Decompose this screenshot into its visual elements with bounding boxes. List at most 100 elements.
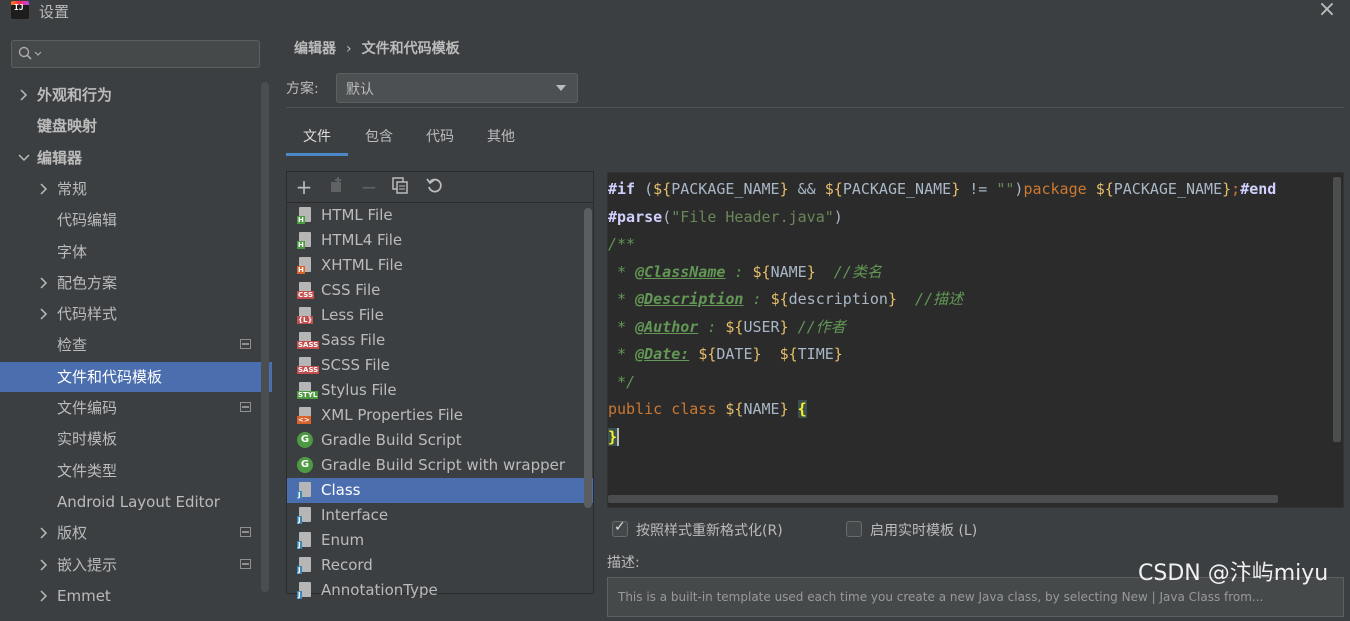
sidebar-item-label: 文件类型 [57,461,118,480]
sidebar-item-label: 文件和代码模板 [57,367,163,386]
template-item[interactable]: H XHTML File [287,253,593,278]
sidebar-item[interactable]: 嵌入提示 [0,550,260,580]
copy-icon[interactable] [389,176,411,198]
sidebar-item[interactable]: 版权 [0,518,260,548]
chevron-right-icon[interactable] [18,80,30,110]
sidebar-item-label: 实时模板 [57,430,118,449]
template-item[interactable]: J Record [287,553,593,578]
chevron-right-icon[interactable] [38,518,50,548]
sidebar-item[interactable]: 文件和代码模板 [0,361,272,392]
code-token: : [725,262,753,281]
code-token: public class [608,400,726,418]
search-icon [18,46,42,60]
template-item[interactable]: J AnnotationType [287,578,593,603]
code-token: #end [1240,180,1277,198]
sidebar-item[interactable]: 文件类型 [0,456,260,486]
code-token: PACKAGE_NAME [671,180,780,198]
close-icon[interactable]: × [1317,0,1337,21]
template-item[interactable]: J Enum [287,528,593,553]
sidebar-item[interactable]: 字体 [0,237,260,267]
remove-icon[interactable]: − [358,176,380,198]
template-item[interactable]: CSS CSS File [287,278,593,303]
sidebar-item[interactable]: Emmet [0,581,260,611]
template-item[interactable]: STYL Stylus File [287,378,593,403]
code-token: ${ [725,317,744,336]
sidebar-item[interactable]: 键盘映射 [0,111,260,141]
template-item[interactable]: SASS Sass File [287,328,593,353]
code-token: } [608,427,618,446]
chevron-right-icon[interactable] [38,299,50,329]
sidebar-scrollbar[interactable] [261,82,269,592]
gradle-file-icon: G [297,457,313,474]
chevron-down-icon[interactable] [18,143,30,173]
template-name: Interface [321,506,389,524]
code-line: /** [608,231,635,258]
template-item[interactable]: J Interface [287,503,593,528]
tab-includes[interactable]: 包含 [348,122,410,156]
breadcrumb-parent[interactable]: 编辑器 [294,41,336,57]
sidebar-item[interactable]: 配色方案 [0,268,260,298]
code-token: ) [833,207,843,226]
template-item[interactable]: J Class [287,478,593,503]
template-name: Record [321,556,373,574]
code-token: ${ [653,180,672,198]
sidebar-item[interactable]: 代码样式 [0,299,260,329]
template-name: Class [321,481,361,499]
sidebar-item[interactable]: 外观和行为 [0,80,260,110]
code-token: //类名 [815,262,882,281]
code-token: DATE [716,345,753,363]
code-token: ${ [779,345,798,363]
tab-code[interactable]: 代码 [410,122,470,156]
java-file-icon: J [297,557,313,574]
sidebar-item[interactable]: 常规 [0,174,260,204]
template-name: HTML File [321,206,393,224]
template-toolbar: + − [287,172,593,203]
sidebar-item[interactable]: 检查 [0,330,260,360]
template-item[interactable]: G Gradle Build Script with wrapper [287,453,593,478]
template-item[interactable]: H HTML File [287,203,593,228]
editor-vertical-scrollbar[interactable] [1333,177,1341,442]
template-item[interactable]: H HTML4 File [287,228,593,253]
scheme-dropdown[interactable]: 默认 [336,73,578,103]
chevron-right-icon[interactable] [38,550,50,580]
search-input[interactable] [11,40,260,68]
chevron-right-icon[interactable] [38,581,50,611]
code-line: #if (${PACKAGE_NAME} && ${PACKAGE_NAME} … [608,176,1276,203]
sidebar-item[interactable]: 文件编码 [0,393,260,423]
code-token: TIME [797,345,834,363]
sidebar-item[interactable]: 实时模板 [0,424,260,454]
template-list-scrollbar[interactable] [584,208,592,508]
sidebar-item-label: 常规 [57,179,88,198]
sidebar-item[interactable]: 代码编辑 [0,205,260,235]
code-token: != [960,180,997,198]
chevron-right-icon[interactable] [38,268,50,298]
sidebar-item[interactable]: 编辑器 [0,143,260,173]
code-line: * @ClassName : ${NAME} //类名 [608,259,882,286]
template-name: XML Properties File [321,406,464,424]
tab-files[interactable]: 文件 [286,122,348,156]
template-item[interactable]: G Gradle Build Script [287,428,593,453]
sidebar-item-label: Android Layout Editor [57,492,220,511]
chevron-right-icon[interactable] [38,174,50,204]
code-token: #parse [608,207,663,226]
code-token: @Author [635,317,699,336]
tab-other[interactable]: 其他 [470,122,532,156]
live-templates-checkbox[interactable] [846,521,862,537]
settings-content: 编辑器 › 文件和代码模板 方案: 默认 文件 包含 代码 其他 + − H HTML… [272,22,1350,617]
template-code-editor[interactable]: #if (${PACKAGE_NAME} && ${PACKAGE_NAME} … [607,172,1344,508]
sidebar-item[interactable]: Android Layout Editor [0,487,260,517]
sidebar-item-label: 外观和行为 [37,86,113,104]
template-item[interactable]: {L} Less File [287,303,593,328]
code-token: //描述 [897,290,964,308]
template-item[interactable]: <> XML Properties File [287,403,593,428]
code-token: } [779,180,789,198]
sass-file-icon: SASS [297,357,320,374]
template-item[interactable]: SASS SCSS File [287,353,593,378]
add-icon[interactable]: + [293,176,315,198]
reset-icon[interactable] [423,176,445,198]
reformat-checkbox[interactable] [612,519,628,537]
copy-add-icon[interactable] [326,176,348,198]
gradle-file-icon: G [297,432,313,449]
code-token: ${ [824,180,843,198]
editor-horizontal-scrollbar[interactable] [608,495,1278,503]
